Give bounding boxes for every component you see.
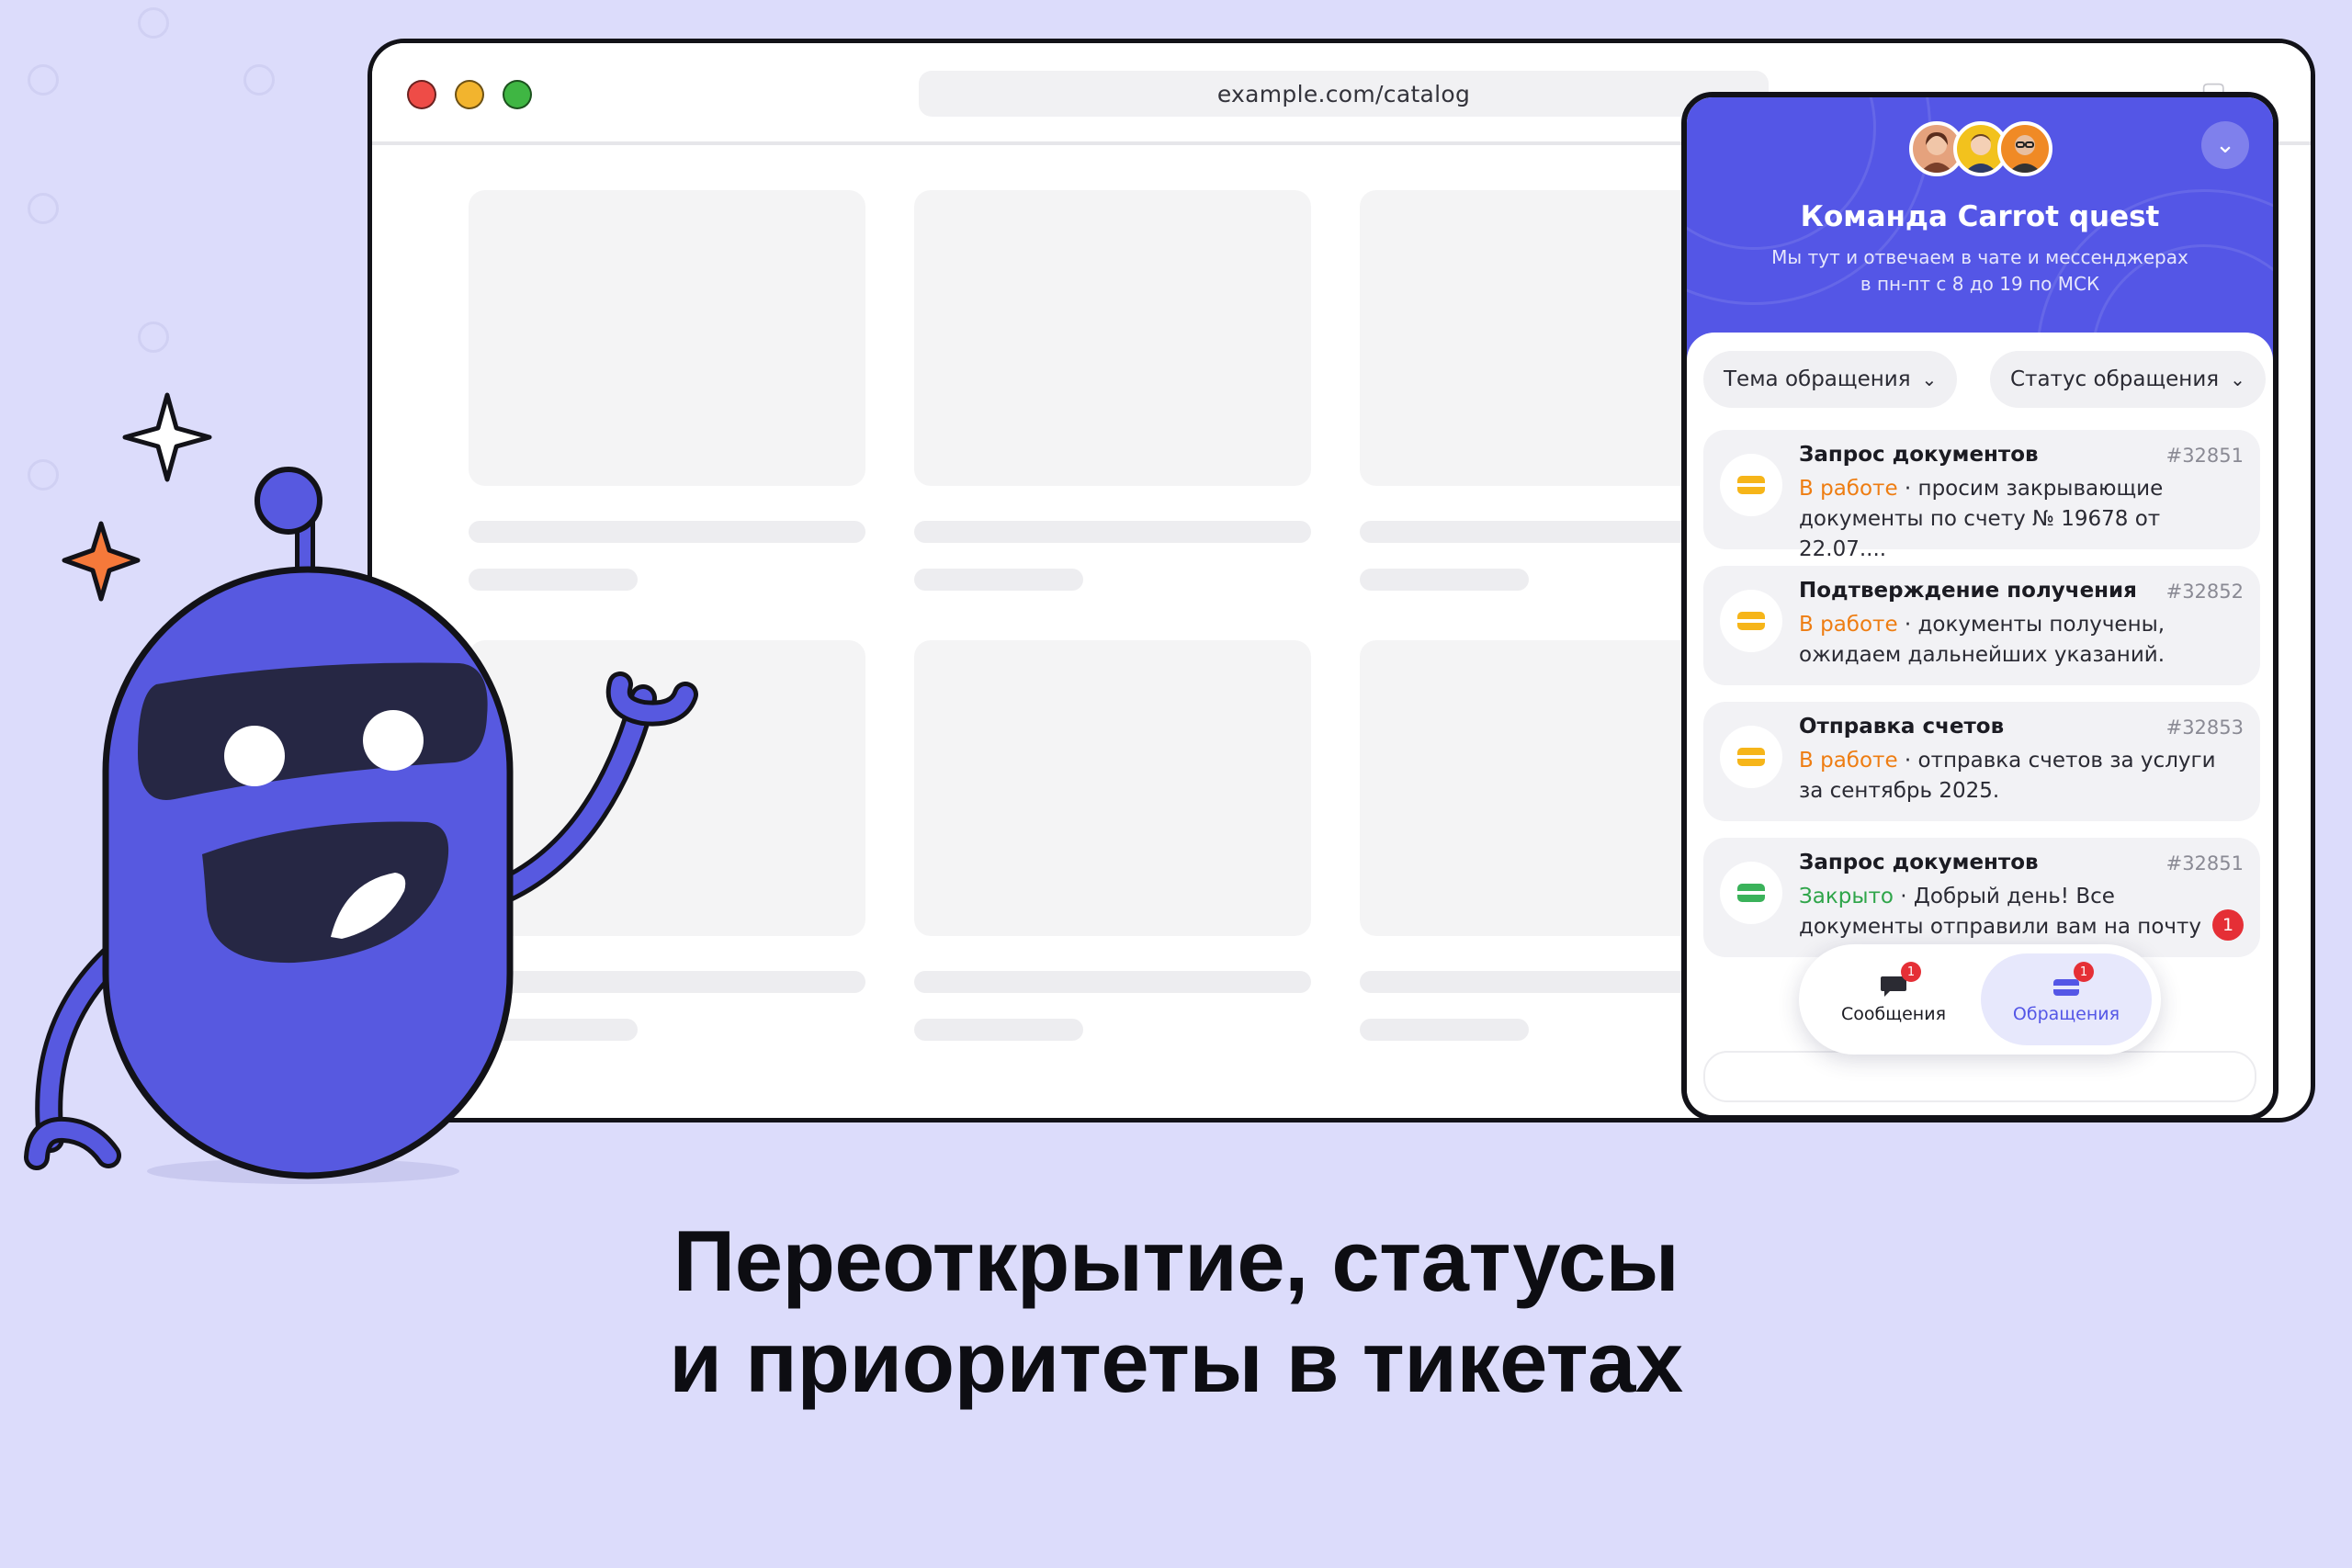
topic-filter-dropdown[interactable]: Тема обращения ⌄ xyxy=(1703,351,1958,408)
ticket-title: Запрос документов xyxy=(1799,851,2039,874)
headline-line: Переоткрытие, статусы xyxy=(673,1213,1679,1309)
chat-bubble-icon: 1 xyxy=(1879,962,1921,998)
unread-badge: 1 xyxy=(2212,909,2244,941)
tab-messages[interactable]: 1 Сообщения xyxy=(1808,953,1979,1045)
maximize-window-button[interactable] xyxy=(503,80,532,109)
ticket-icon xyxy=(1720,454,1782,516)
ticket-number: #32853 xyxy=(2165,716,2244,739)
page-headline: Переоткрытие, статусы и приоритеты в тик… xyxy=(0,1211,2352,1413)
ticket-icon: 1 xyxy=(2052,962,2094,998)
ticket-status: В работе xyxy=(1799,613,1898,637)
status-filter-dropdown[interactable]: Статус обращения ⌄ xyxy=(1990,351,2266,408)
background-pattern-dot xyxy=(243,64,275,96)
widget-subtitle: Мы тут и отвечаем в чате и мессенджерах … xyxy=(1724,244,2236,298)
background-pattern-dot xyxy=(28,64,59,96)
ticket-preview: В работе · отправка счетов за услуги за … xyxy=(1799,746,2238,807)
ticket-item[interactable]: Запрос документов #32851 В работе · прос… xyxy=(1703,430,2260,561)
ticket-item[interactable]: Подтверждение получения #32852 В работе … xyxy=(1703,566,2260,685)
chevron-down-icon: ⌄ xyxy=(1921,368,1938,390)
ticket-number: #32851 xyxy=(2165,852,2244,874)
tab-tickets[interactable]: 1 Обращения xyxy=(1981,953,2152,1045)
ticket-preview: В работе · просим закрывающие документы … xyxy=(1799,474,2238,565)
catalog-text-placeholder xyxy=(1360,569,1529,591)
ticket-title: Отправка счетов xyxy=(1799,715,2005,739)
status-filter-label: Статус обращения xyxy=(2010,367,2220,391)
ticket-title: Подтверждение получения xyxy=(1799,579,2137,603)
widget-subtitle-line: Мы тут и отвечаем в чате и мессенджерах xyxy=(1771,246,2188,268)
minimize-window-button[interactable] xyxy=(455,80,484,109)
ticket-icon xyxy=(1720,862,1782,924)
ticket-number: #32851 xyxy=(2165,445,2244,467)
widget-title: Команда Carrot quest xyxy=(1800,200,2160,233)
tab-messages-label: Сообщения xyxy=(1840,1004,1947,1024)
background-pattern-dot xyxy=(138,7,169,39)
catalog-text-placeholder xyxy=(914,521,1311,543)
ticket-preview: В работе · документы получены, ожидаем д… xyxy=(1799,610,2238,671)
catalog-text-placeholder xyxy=(914,1019,1083,1041)
background-pattern-dot xyxy=(28,193,59,224)
ticket-icon xyxy=(1720,590,1782,652)
widget-subtitle-line: в пн-пт с 8 до 19 по МСК xyxy=(1860,273,2100,295)
headline-line: и приоритеты в тикетах xyxy=(669,1314,1683,1410)
catalog-text-placeholder xyxy=(1360,1019,1529,1041)
widget-bottom-nav: 1 Сообщения 1 Обращения xyxy=(1799,944,2161,1055)
ticket-title: Запрос документов xyxy=(1799,443,2039,467)
tickets-badge: 1 xyxy=(2074,962,2094,982)
catalog-card-placeholder xyxy=(914,190,1311,486)
widget-header: ⌄ Команда Carrot quest Мы тут и отвечаем… xyxy=(1687,97,2273,525)
ticket-item[interactable]: Запрос документов #32851 Закрыто · Добры… xyxy=(1703,838,2260,957)
chat-widget: ⌄ Команда Carrot quest Мы тут и отвечаем… xyxy=(1681,92,2278,1121)
chevron-down-icon: ⌄ xyxy=(2230,368,2245,390)
chevron-down-icon: ⌄ xyxy=(2215,131,2235,159)
ticket-status: В работе xyxy=(1799,477,1898,501)
team-avatar xyxy=(1997,121,2052,176)
ticket-item[interactable]: Отправка счетов #32853 В работе · отправ… xyxy=(1703,702,2260,821)
messages-badge: 1 xyxy=(1901,962,1921,982)
catalog-text-placeholder xyxy=(914,569,1083,591)
sparkle-icon xyxy=(122,392,212,482)
catalog-card-placeholder xyxy=(914,640,1311,936)
catalog-text-placeholder xyxy=(914,971,1311,993)
collapse-widget-button[interactable]: ⌄ xyxy=(2201,121,2249,169)
ticket-number: #32852 xyxy=(2165,581,2244,603)
tab-tickets-label: Обращения xyxy=(2012,1004,2120,1024)
robot-mascot xyxy=(24,392,698,1184)
sparkle-icon xyxy=(62,521,141,602)
message-input[interactable] xyxy=(1703,1051,2256,1102)
ticket-status: Закрыто xyxy=(1799,885,1894,908)
background-pattern-dot xyxy=(138,321,169,353)
address-bar[interactable]: example.com/catalog xyxy=(919,71,1769,117)
ticket-status: В работе xyxy=(1799,749,1898,773)
close-window-button[interactable] xyxy=(407,80,436,109)
ticket-preview: Закрыто · Добрый день! Все документы отп… xyxy=(1799,882,2201,942)
topic-filter-label: Тема обращения xyxy=(1724,367,1911,391)
ticket-icon xyxy=(1720,726,1782,788)
